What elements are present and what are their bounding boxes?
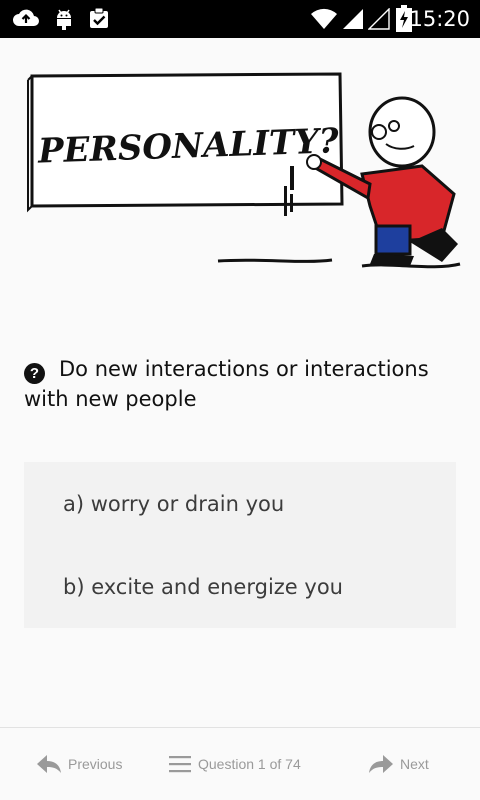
next-button[interactable]: Next (368, 750, 429, 778)
reply-arrow-left-icon (36, 754, 62, 774)
question-progress[interactable]: Question 1 of 74 (168, 750, 301, 778)
upload-icon (12, 7, 40, 34)
answer-list: a) worry or drain you b) excite and ener… (24, 462, 456, 628)
personality-banner: PERSONALITY? (22, 66, 462, 280)
progress-label: Question 1 of 74 (198, 756, 301, 772)
menu-icon (168, 755, 192, 773)
next-label: Next (400, 756, 429, 772)
question-text-block: ? Do new interactions or interactions wit… (24, 354, 456, 414)
clock: 15:20 (409, 7, 470, 31)
status-bar: 15:20 (0, 0, 480, 38)
forward-arrow-icon (368, 754, 394, 774)
question-text: Do new interactions or interactions with… (24, 357, 429, 411)
question-icon: ? (24, 363, 45, 384)
clipboard-check-icon (88, 7, 110, 34)
signal-icon (342, 8, 364, 35)
android-icon (54, 7, 74, 36)
answer-option-b[interactable]: b) excite and energize you (24, 557, 456, 617)
bottom-navigation: Previous Question 1 of 74 Next (0, 727, 480, 800)
signal-empty-icon (367, 7, 390, 35)
previous-button[interactable]: Previous (36, 750, 122, 778)
wifi-icon (310, 8, 338, 35)
previous-label: Previous (68, 756, 123, 772)
answer-option-a[interactable]: a) worry or drain you (24, 474, 456, 534)
